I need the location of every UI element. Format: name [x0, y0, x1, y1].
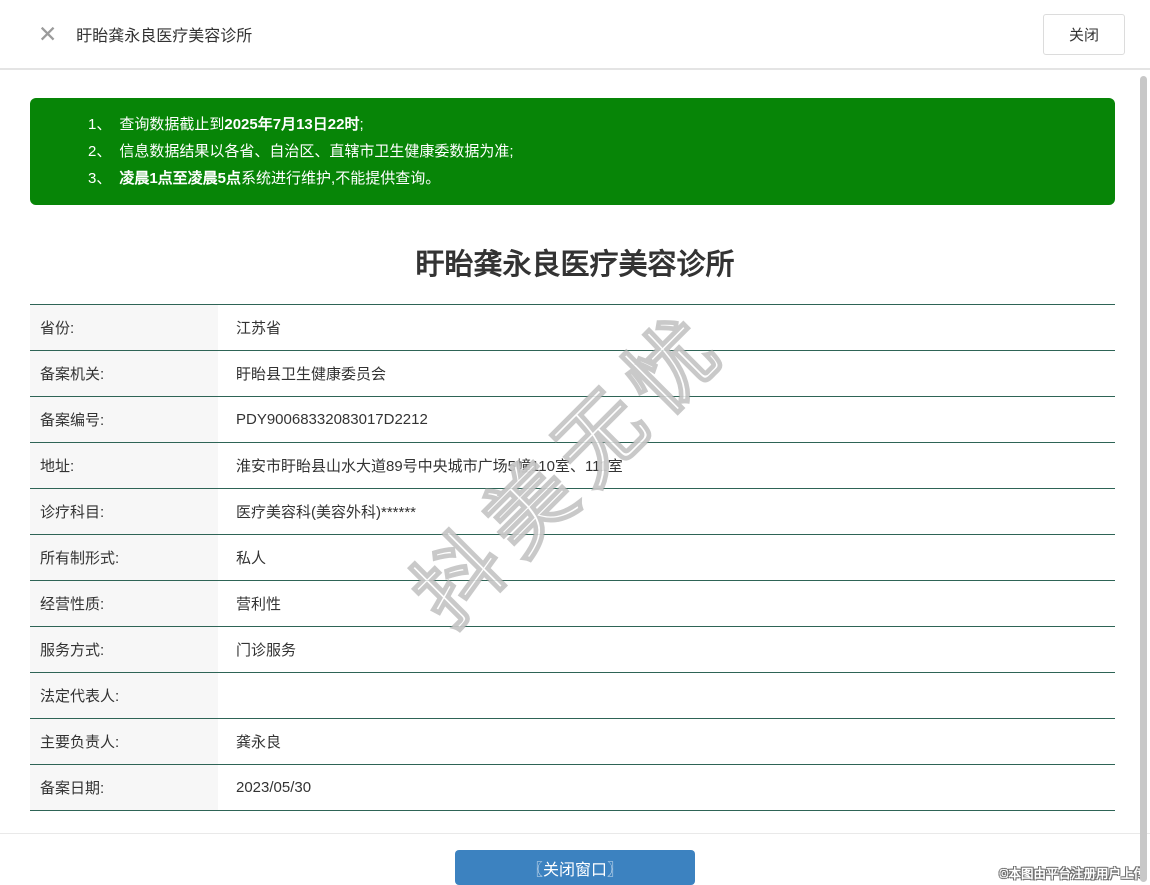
- row-label: 省份:: [30, 304, 218, 351]
- row-label: 地址:: [30, 442, 218, 489]
- table-row: 备案日期: 2023/05/30: [30, 764, 1115, 811]
- table-row: 备案编号: PDY90068332083017D2212: [30, 396, 1115, 443]
- row-value: 营利性: [218, 580, 1115, 627]
- info-table: 省份: 江苏省 备案机关: 盱眙县卫生健康委员会 备案编号: PDY90068332083…: [30, 304, 1115, 811]
- row-value: [218, 672, 1115, 719]
- row-label: 备案编号:: [30, 396, 218, 443]
- table-row: 省份: 江苏省: [30, 304, 1115, 351]
- page-title: 盱眙龚永良医疗美容诊所: [415, 249, 735, 281]
- row-label: 所有制形式:: [30, 534, 218, 581]
- row-label: 经营性质:: [30, 580, 218, 627]
- row-value: 江苏省: [218, 304, 1115, 351]
- notice-line: 2、 信息数据结果以各省、自治区、直辖市卫生健康委数据为准;: [88, 143, 514, 160]
- row-label: 诊疗科目:: [30, 488, 218, 535]
- row-label: 法定代表人:: [30, 672, 218, 719]
- row-label: 主要负责人:: [30, 718, 218, 765]
- table-row: 所有制形式: 私人: [30, 534, 1115, 581]
- close-icon[interactable]: ✕: [38, 22, 57, 46]
- row-value: PDY90068332083017D2212: [218, 396, 1115, 443]
- table-row: 诊疗科目: 医疗美容科(美容外科)******: [30, 488, 1115, 535]
- row-value: 淮安市盱眙县山水大道89号中央城市广场5幢110室、111室: [218, 442, 1115, 489]
- table-row: 法定代表人:: [30, 672, 1115, 719]
- footer: 〖关闭窗口〗: [0, 834, 1150, 885]
- notice-line: 3、 凌晨1点至凌晨5点系统进行维护,不能提供查询。: [88, 170, 441, 187]
- table-row: 地址: 淮安市盱眙县山水大道89号中央城市广场5幢110室、111室: [30, 442, 1115, 489]
- notice-line: 1、 查询数据截止到2025年7月13日22时;: [88, 116, 364, 133]
- row-value: 2023/05/30: [218, 764, 1115, 811]
- row-value: 门诊服务: [218, 626, 1115, 673]
- row-value: 盱眙县卫生健康委员会: [218, 350, 1115, 397]
- table-row: 经营性质: 营利性: [30, 580, 1115, 627]
- row-label: 服务方式:: [30, 626, 218, 673]
- window-title: 盱眙龚永良医疗美容诊所: [76, 28, 253, 45]
- row-value: 医疗美容科(美容外科)******: [218, 488, 1115, 535]
- table-row: 主要负责人: 龚永良: [30, 718, 1115, 765]
- table-row: 服务方式: 门诊服务: [30, 626, 1115, 673]
- close-window-button[interactable]: 〖关闭窗口〗: [455, 850, 695, 885]
- row-value: 私人: [218, 534, 1115, 581]
- notice-banner: 1、 查询数据截止到2025年7月13日22时; 2、 信息数据结果以各省、自治区、直…: [30, 98, 1115, 205]
- top-bar: ✕ 盱眙龚永良医疗美容诊所 关闭: [0, 0, 1150, 70]
- row-label: 备案机关:: [30, 350, 218, 397]
- close-button[interactable]: 关闭: [1042, 13, 1125, 55]
- attribution-text: ©本图由平台注册用户上传: [999, 867, 1146, 881]
- row-label: 备案日期:: [30, 764, 218, 811]
- vertical-scrollbar[interactable]: [1140, 76, 1147, 882]
- table-row: 备案机关: 盱眙县卫生健康委员会: [30, 350, 1115, 397]
- row-value: 龚永良: [218, 718, 1115, 765]
